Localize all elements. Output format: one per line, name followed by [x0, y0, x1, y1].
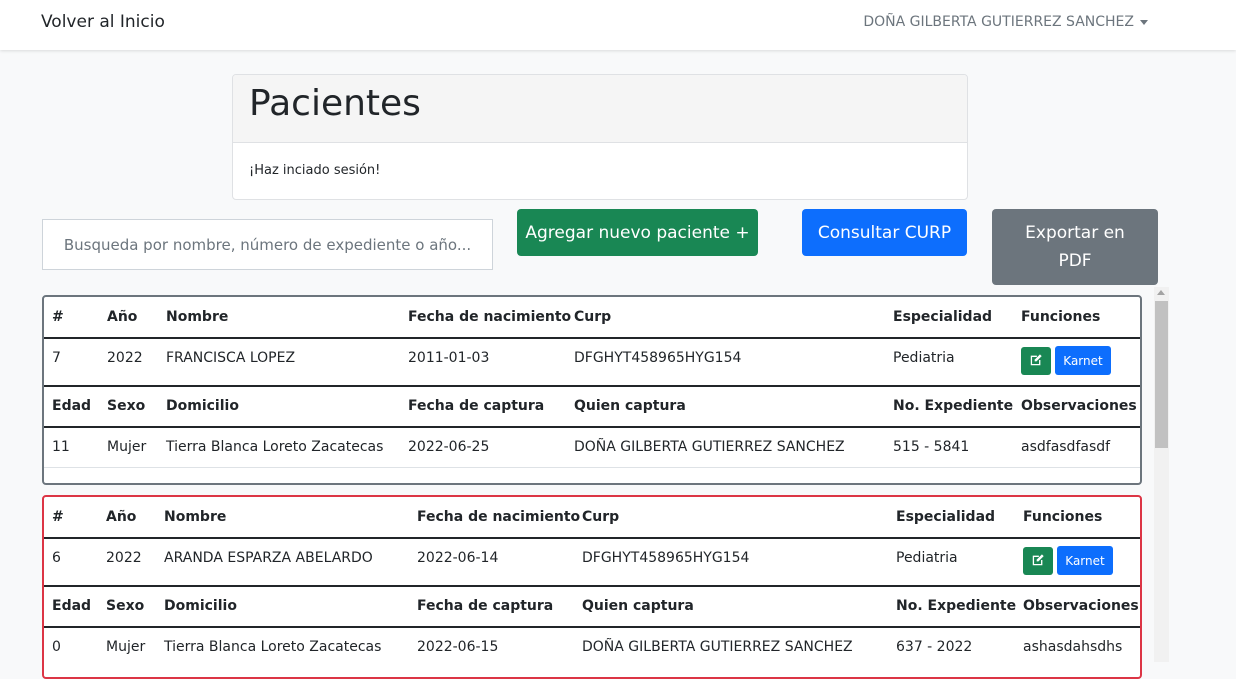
col-year-header: Año — [107, 309, 138, 325]
edit-button[interactable] — [1021, 347, 1051, 375]
record-sex: Mujer — [106, 639, 146, 655]
home-link[interactable]: Volver al Inicio — [41, 12, 165, 32]
karnet-button[interactable]: Karnet — [1055, 346, 1111, 375]
col-address-header: Domicilio — [166, 398, 239, 414]
record-specialty: Pediatria — [896, 550, 958, 566]
patient-record: # Año Nombre Fecha de nacimiento Curp Es… — [42, 495, 1142, 679]
record-observations: ashasdahsdhs — [1023, 639, 1123, 655]
user-name: DOÑA GILBERTA GUTIERREZ SANCHEZ — [863, 14, 1134, 30]
col-file-number-header: No. Expediente — [896, 598, 1017, 614]
record-year: 2022 — [106, 550, 142, 566]
record-curp: DFGHYT458965HYG154 — [574, 350, 742, 366]
card-header: Pacientes — [233, 75, 967, 143]
divider — [44, 337, 1140, 339]
col-sex-header: Sexo — [106, 598, 145, 614]
edit-icon — [1032, 553, 1044, 565]
divider — [44, 467, 1140, 468]
record-name: FRANCISCA LOPEZ — [166, 350, 296, 366]
col-birthdate-header: Fecha de nacimiento — [417, 509, 581, 525]
record-year: 2022 — [107, 350, 143, 366]
record-number: 7 — [52, 350, 61, 366]
search-input[interactable] — [42, 219, 493, 270]
col-specialty-header: Especialidad — [893, 309, 993, 325]
record-observations: asdfasdfasdf — [1021, 439, 1111, 455]
col-curp-header: Curp — [574, 309, 612, 325]
record-number: 6 — [52, 550, 61, 566]
check-curp-button[interactable]: Consultar CURP — [802, 209, 967, 256]
col-functions-header: Funciones — [1021, 309, 1101, 325]
col-number-header: # — [52, 309, 64, 325]
login-message: ¡Haz inciado sesión! — [249, 163, 381, 178]
col-capture-date-header: Fecha de captura — [417, 598, 554, 614]
record-capture-date: 2022-06-15 — [417, 639, 499, 655]
col-specialty-header: Especialidad — [896, 509, 996, 525]
col-curp-header: Curp — [582, 509, 620, 525]
scroll-up-arrow-icon[interactable] — [1157, 290, 1165, 295]
record-birthdate: 2011-01-03 — [408, 350, 490, 366]
col-sex-header: Sexo — [107, 398, 146, 414]
col-capture-date-header: Fecha de captura — [408, 398, 545, 414]
col-name-header: Nombre — [166, 309, 229, 325]
scroll-thumb[interactable] — [1155, 301, 1168, 448]
record-address: Tierra Blanca Loreto Zacatecas — [164, 639, 382, 655]
record-captured-by: DOÑA GILBERTA GUTIERREZ SANCHEZ — [574, 439, 845, 455]
col-observations-header: Observaciones — [1023, 598, 1139, 614]
caret-down-icon — [1140, 19, 1148, 25]
col-functions-header: Funciones — [1023, 509, 1103, 525]
page-title: Pacientes — [249, 83, 421, 124]
divider — [44, 537, 1140, 539]
patients-card: Pacientes ¡Haz inciado sesión! — [232, 74, 968, 200]
col-address-header: Domicilio — [164, 598, 237, 614]
record-age: 11 — [52, 439, 70, 455]
karnet-button[interactable]: Karnet — [1057, 546, 1113, 575]
record-name: ARANDA ESPARZA ABELARDO — [164, 550, 373, 566]
col-year-header: Año — [106, 509, 137, 525]
divider — [44, 585, 1140, 587]
user-menu-toggle[interactable]: DOÑA GILBERTA GUTIERREZ SANCHEZ — [863, 14, 1148, 30]
record-age: 0 — [52, 639, 61, 655]
col-birthdate-header: Fecha de nacimiento — [408, 309, 572, 325]
col-captured-by-header: Quien captura — [582, 598, 694, 614]
col-name-header: Nombre — [164, 509, 227, 525]
col-captured-by-header: Quien captura — [574, 398, 686, 414]
navbar: Volver al Inicio DOÑA GILBERTA GUTIERREZ… — [0, 0, 1236, 50]
col-observations-header: Observaciones — [1021, 398, 1137, 414]
divider — [44, 626, 1140, 628]
patient-record: # Año Nombre Fecha de nacimiento Curp Es… — [42, 295, 1142, 485]
record-file-number: 515 - 5841 — [893, 439, 970, 455]
record-sex: Mujer — [107, 439, 147, 455]
record-file-number: 637 - 2022 — [896, 639, 973, 655]
record-address: Tierra Blanca Loreto Zacatecas — [166, 439, 384, 455]
divider — [44, 385, 1140, 387]
record-birthdate: 2022-06-14 — [417, 550, 499, 566]
record-captured-by: DOÑA GILBERTA GUTIERREZ SANCHEZ — [582, 639, 853, 655]
col-number-header: # — [52, 509, 64, 525]
record-capture-date: 2022-06-25 — [408, 439, 490, 455]
record-curp: DFGHYT458965HYG154 — [582, 550, 750, 566]
scrollbar[interactable] — [1154, 287, 1169, 662]
col-age-header: Edad — [52, 398, 92, 414]
edit-button[interactable] — [1023, 547, 1053, 575]
record-specialty: Pediatria — [893, 350, 955, 366]
col-age-header: Edad — [52, 598, 92, 614]
add-patient-button[interactable]: Agregar nuevo paciente + — [517, 209, 758, 256]
col-file-number-header: No. Expediente — [893, 398, 1014, 414]
export-pdf-button[interactable]: Exportar en PDF — [992, 209, 1158, 285]
edit-icon — [1030, 353, 1042, 365]
divider — [44, 426, 1140, 428]
